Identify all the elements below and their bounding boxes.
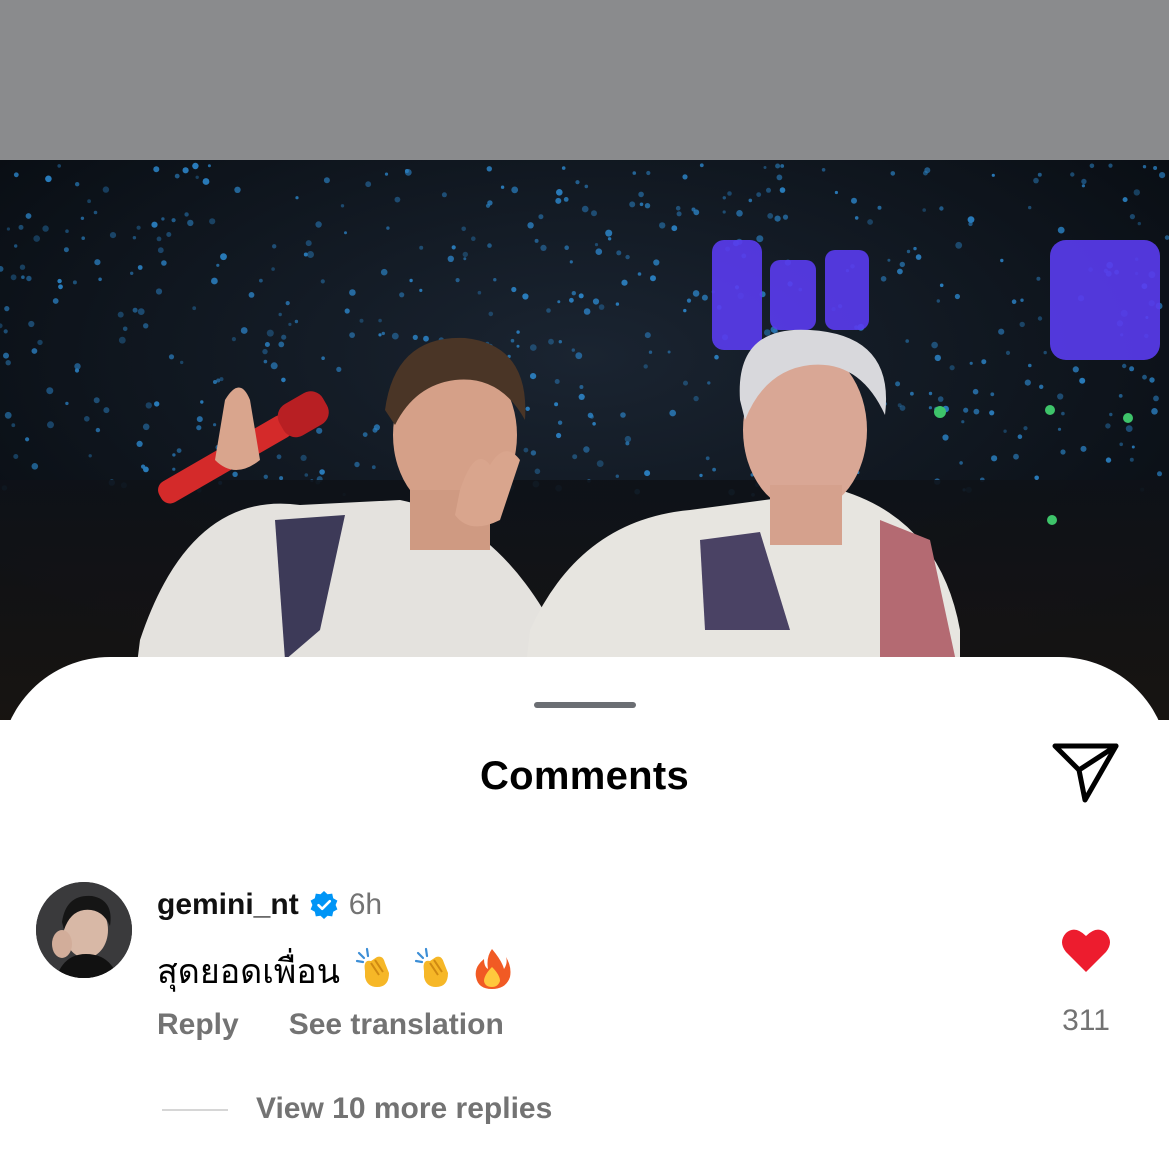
heart-icon: [1062, 929, 1110, 972]
like-button[interactable]: [1060, 926, 1112, 974]
sheet-title: Comments: [479, 754, 690, 798]
fire-icon: [472, 947, 512, 1000]
see-translation-button[interactable]: See translation: [289, 1008, 504, 1042]
paper-plane-icon: [1052, 743, 1119, 803]
replies-divider: [162, 1109, 228, 1111]
post-photo: [0, 160, 1169, 720]
comment-actions: Reply See translation: [157, 1008, 504, 1042]
clapping-hands-icon: [414, 947, 458, 1000]
drag-handle[interactable]: [534, 702, 636, 708]
share-button[interactable]: [1050, 740, 1122, 806]
reply-button[interactable]: Reply: [157, 1008, 239, 1042]
verified-badge-icon: [309, 890, 339, 920]
avatar[interactable]: [36, 882, 132, 978]
like-count: 311: [1062, 1004, 1110, 1037]
status-area: [0, 0, 1169, 160]
comment-body: สุดยอดเพื่อน: [157, 944, 512, 1000]
comment-header: gemini_nt 6h: [157, 888, 382, 922]
comment-timestamp: 6h: [348, 888, 383, 921]
clapping-hands-icon: [355, 947, 399, 1000]
username[interactable]: gemini_nt: [157, 888, 299, 922]
comment-text: สุดยอดเพื่อน: [157, 952, 340, 992]
view-more-replies-button[interactable]: View 10 more replies: [256, 1092, 552, 1126]
